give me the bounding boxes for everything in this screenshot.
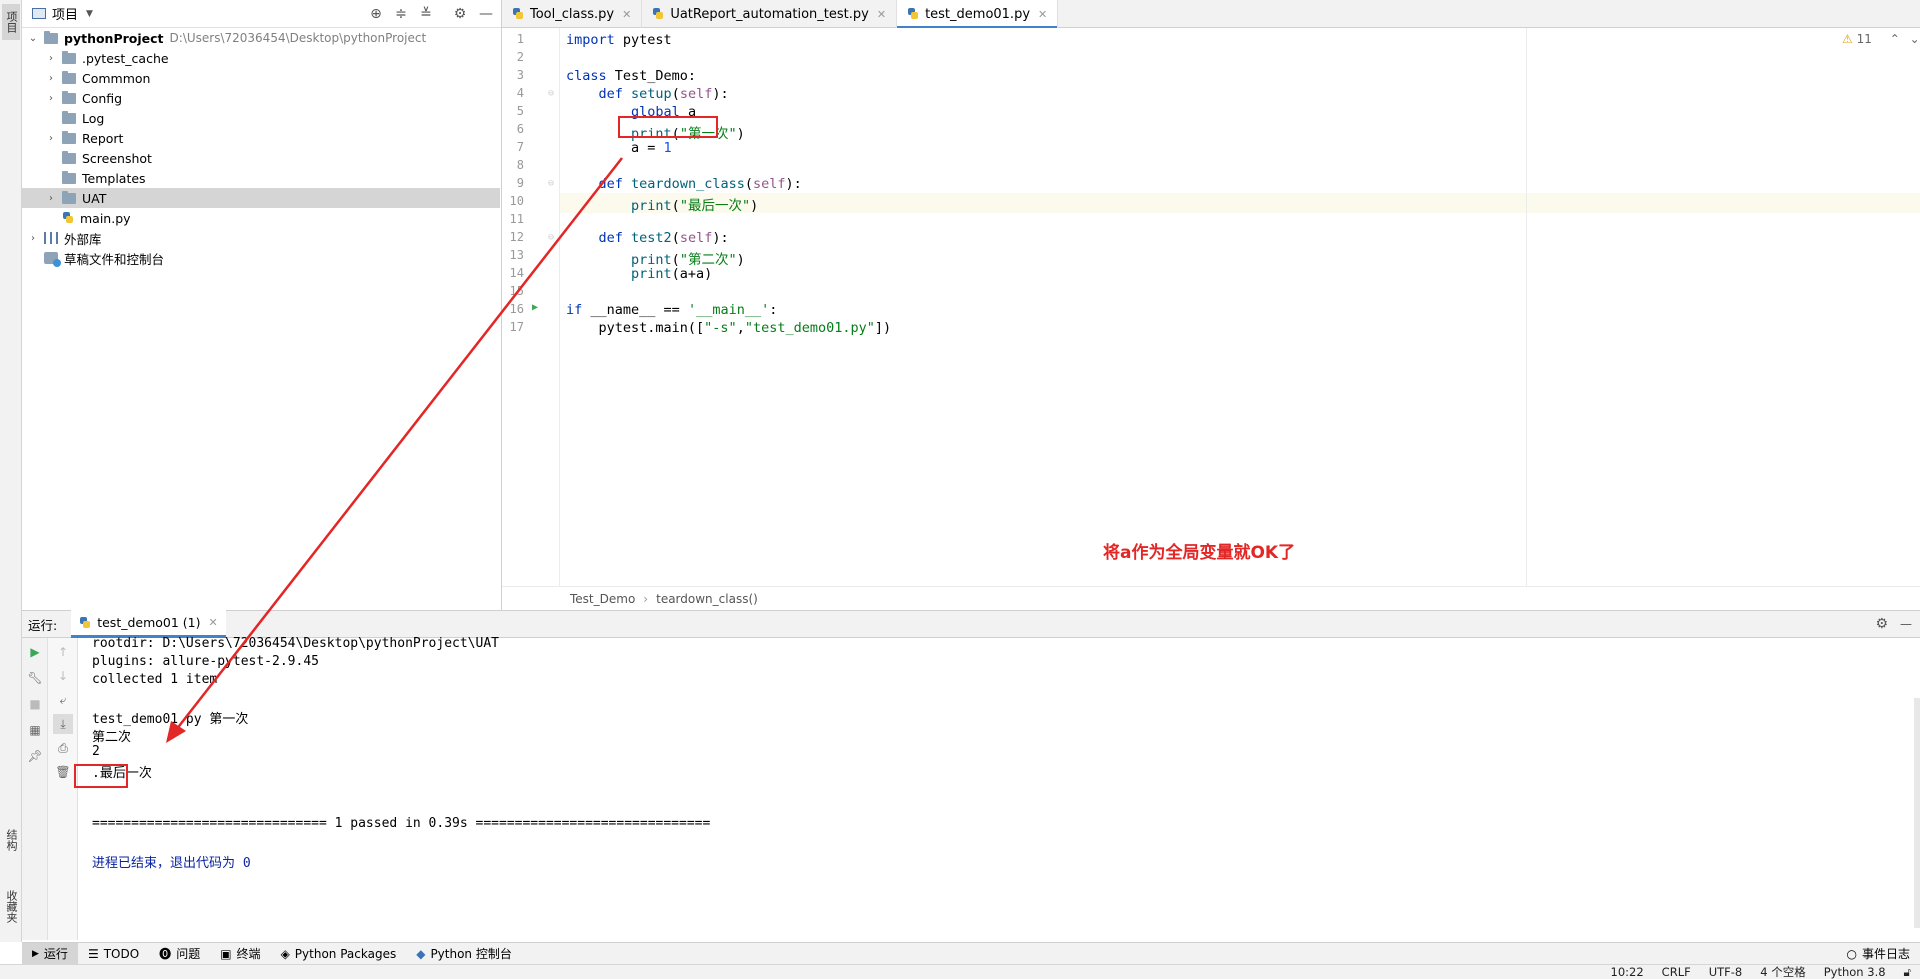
status-interpreter[interactable]: Python 3.8 [1815, 965, 1895, 979]
search-icon: ○ [1846, 946, 1857, 961]
status-bar: 10:22 CRLF UTF-8 4 个空格 Python 3.8 🔓︎ [0, 964, 1920, 979]
packages-icon: ◈ [280, 946, 290, 961]
tool-todo[interactable]: ☰ TODO [78, 943, 149, 965]
status-position[interactable]: 10:22 [1602, 965, 1653, 979]
lock-icon[interactable]: 🔓︎ [1895, 965, 1920, 979]
status-indent[interactable]: 4 个空格 [1751, 964, 1814, 979]
bottom-tool-bar: ▶ 运行 ☰ TODO ⓿ 问题 ▣ 终端 ◈ Python Packages ◆ Pyth… [22, 942, 1920, 965]
annotation-arrow [166, 157, 623, 743]
status-encoding[interactable]: UTF-8 [1700, 965, 1752, 979]
list-icon: ☰ [87, 946, 99, 961]
run-icon: ▶ [32, 948, 39, 959]
tool-python-console[interactable]: ◆ Python 控制台 [406, 943, 522, 965]
tool-event-log[interactable]: ○ 事件日志 [1837, 943, 1920, 965]
problems-icon: ⓿ [159, 947, 172, 961]
tool-terminal[interactable]: ▣ 终端 [210, 943, 270, 965]
tool-run[interactable]: ▶ 运行 [22, 942, 78, 965]
arrow-head [166, 721, 186, 743]
status-line-separator[interactable]: CRLF [1653, 965, 1700, 979]
tool-problems[interactable]: ⓿ 问题 [149, 943, 210, 965]
python-icon: ◆ [416, 946, 426, 961]
arrow-line [175, 157, 623, 731]
terminal-icon: ▣ [220, 946, 232, 961]
tool-python-packages[interactable]: ◈ Python Packages [271, 943, 407, 965]
